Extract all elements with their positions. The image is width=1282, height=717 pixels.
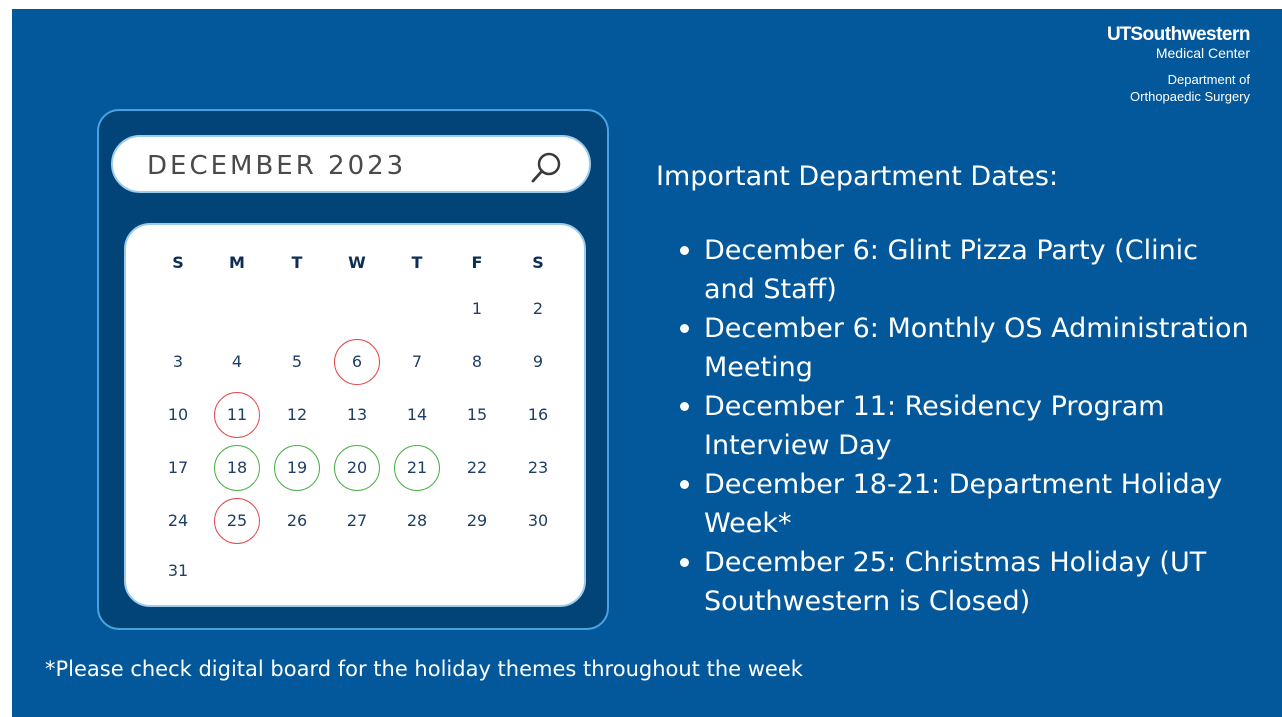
weekday-header: W — [348, 253, 366, 272]
events-list: December 6: Glint Pizza Party (Clinic an… — [656, 231, 1256, 621]
month-search-bar[interactable]: DECEMBER 2023 — [111, 135, 591, 193]
calendar-day[interactable]: 3 — [153, 347, 203, 377]
calendar-day[interactable]: 30 — [513, 506, 563, 536]
calendar-day[interactable]: 28 — [392, 506, 442, 536]
event-item: December 18-21: Department Holiday Week* — [680, 465, 1256, 543]
slide: UTSouthwestern Medical Center Department… — [12, 9, 1282, 717]
calendar-day[interactable]: 6 — [332, 347, 382, 377]
calendar-day[interactable]: 9 — [513, 347, 563, 377]
weekday-header: M — [229, 253, 245, 272]
logo-dept-line2: Orthopaedic Surgery — [1130, 89, 1250, 104]
weekday-header: S — [532, 253, 544, 272]
calendar-day[interactable]: 5 — [272, 347, 322, 377]
event-item: December 11: Residency Program Interview… — [680, 387, 1256, 465]
weekday-header: S — [172, 253, 184, 272]
calendar-day[interactable]: 20 — [332, 453, 382, 483]
event-item: December 25: Christmas Holiday (UT South… — [680, 543, 1256, 621]
calendar-day[interactable]: 31 — [153, 556, 203, 586]
calendar-day[interactable]: 26 — [272, 506, 322, 536]
weekday-header: T — [411, 253, 423, 272]
utsw-logo: UTSouthwestern Medical Center Department… — [1107, 25, 1250, 105]
events-heading: Important Department Dates: — [656, 161, 1059, 192]
logo-brand: UTSouthwestern — [1107, 25, 1250, 45]
calendar-day[interactable]: 29 — [452, 506, 502, 536]
calendar-day[interactable]: 16 — [513, 400, 563, 430]
calendar-day[interactable]: 11 — [212, 400, 262, 430]
calendar-day[interactable]: 4 — [212, 347, 262, 377]
calendar-day[interactable]: 22 — [452, 453, 502, 483]
calendar-day[interactable]: 19 — [272, 453, 322, 483]
logo-department: Department of Orthopaedic Surgery — [1107, 71, 1250, 105]
weekday-header: T — [291, 253, 303, 272]
calendar-day[interactable]: 8 — [452, 347, 502, 377]
calendar-day[interactable]: 12 — [272, 400, 322, 430]
calendar-day[interactable]: 25 — [212, 506, 262, 536]
calendar-grid: S M T W T F S 1 2 3 4 5 6 7 8 9 10 11 12 13 14 15 16 17 18 19 20 21… — [124, 223, 586, 607]
search-icon[interactable] — [529, 149, 565, 185]
calendar-day[interactable]: 10 — [153, 400, 203, 430]
calendar-day[interactable]: 1 — [452, 294, 502, 324]
month-label: DECEMBER 2023 — [147, 151, 407, 181]
calendar-day[interactable]: 7 — [392, 347, 442, 377]
calendar-day[interactable]: 23 — [513, 453, 563, 483]
events-panel: Important Department Dates: December 6: … — [656, 159, 1256, 621]
calendar-day[interactable]: 21 — [392, 453, 442, 483]
calendar-widget: DECEMBER 2023 S M T W T F S 1 2 3 4 5 6 7 8 9 10 11 12 13 14… — [97, 109, 609, 630]
footnote: *Please check digital board for the holi… — [45, 657, 803, 681]
calendar-day[interactable]: 14 — [392, 400, 442, 430]
calendar-day[interactable]: 15 — [452, 400, 502, 430]
calendar-day[interactable]: 13 — [332, 400, 382, 430]
event-item: December 6: Glint Pizza Party (Clinic an… — [680, 231, 1256, 309]
event-item: December 6: Monthly OS Administration Me… — [680, 309, 1256, 387]
logo-brand-ut: UT — [1107, 24, 1131, 45]
calendar-day[interactable]: 18 — [212, 453, 262, 483]
logo-dept-line1: Department of — [1167, 72, 1250, 87]
calendar-day[interactable]: 24 — [153, 506, 203, 536]
logo-subtitle: Medical Center — [1155, 45, 1250, 61]
calendar-day[interactable]: 17 — [153, 453, 203, 483]
calendar-day[interactable]: 2 — [513, 294, 563, 324]
calendar-day[interactable]: 27 — [332, 506, 382, 536]
weekday-header: F — [471, 253, 483, 272]
logo-brand-name: Southwestern — [1130, 24, 1250, 45]
